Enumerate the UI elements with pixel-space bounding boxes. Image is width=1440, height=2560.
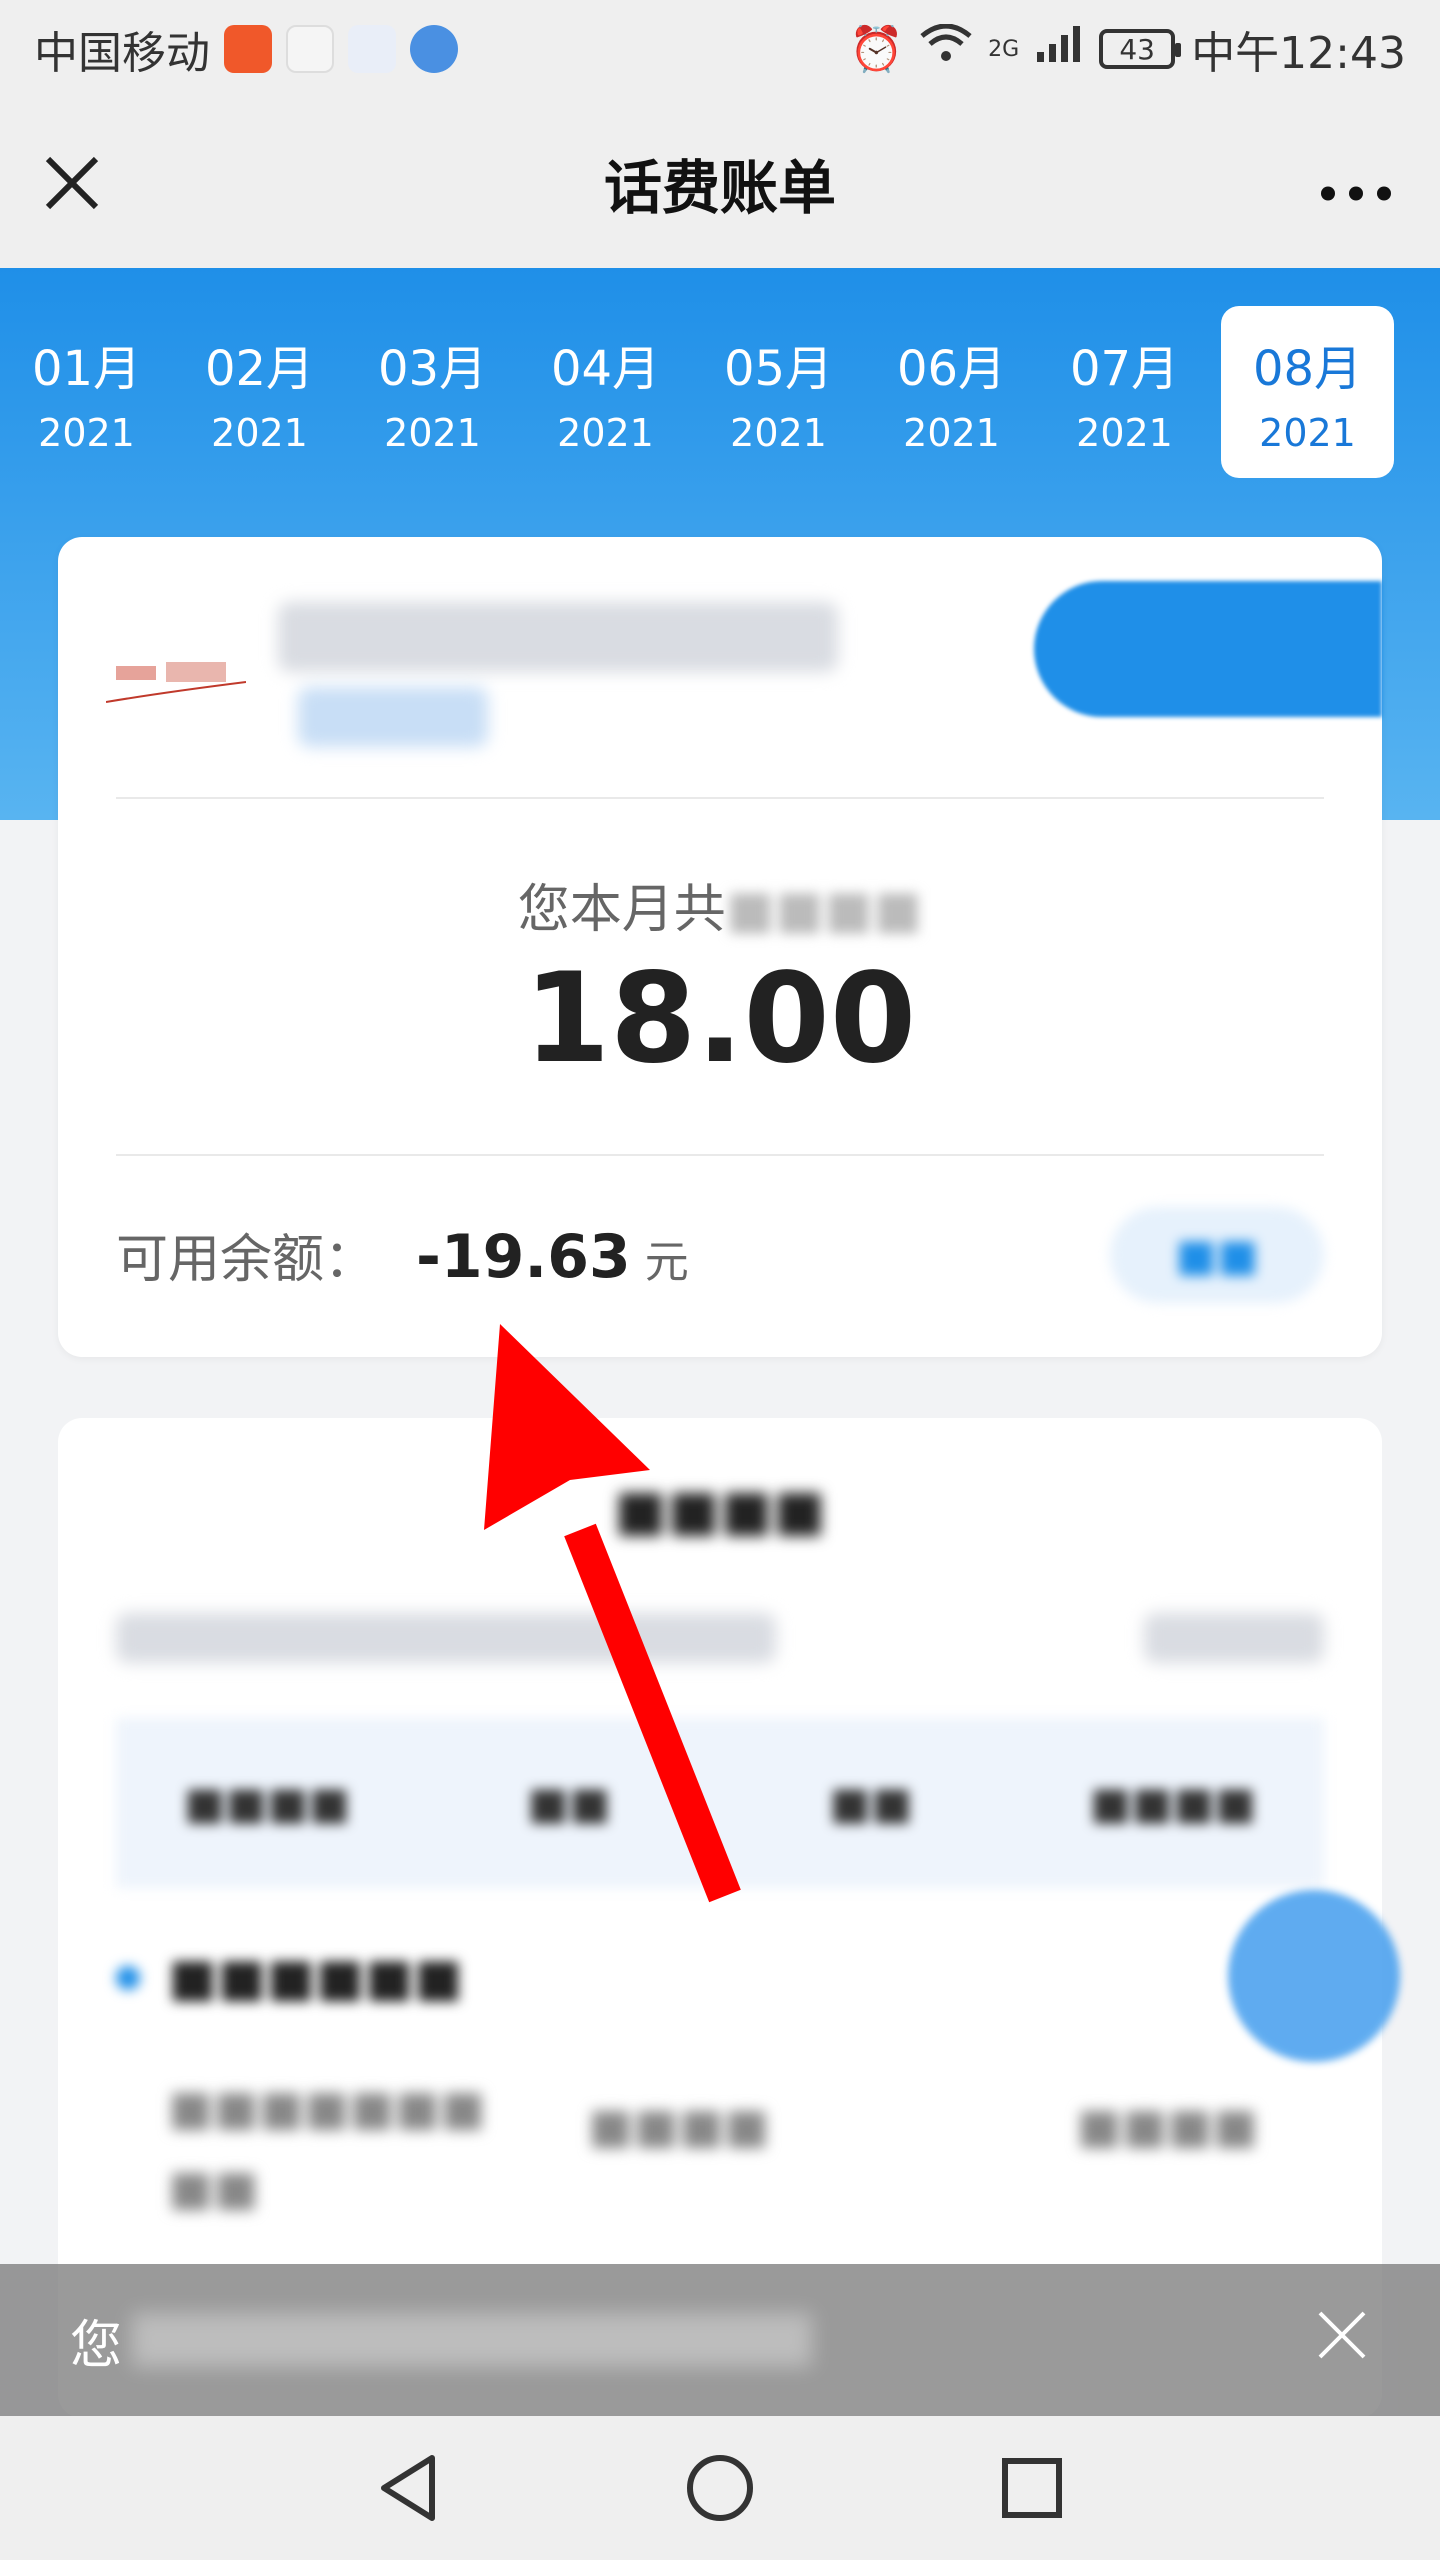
table-header-cell: ■■■■ (183, 1777, 351, 1829)
total-amount: 18.00 (523, 947, 917, 1091)
battery-icon: 43 (1099, 29, 1182, 69)
month-tab[interactable]: 02月 2021 (173, 306, 346, 478)
top-bar: 话费账单 (0, 98, 1440, 268)
unit-info-redacted (1144, 1613, 1324, 1663)
table-cell: ■■■■■■■ ■■ (168, 2080, 486, 2216)
balance-value: -19.63 (416, 1222, 631, 1292)
fee-category-row[interactable]: ■■■■■■ (116, 1948, 463, 2008)
system-nav-bar (0, 2416, 1440, 2560)
network-type: 2G (988, 36, 1020, 62)
browser-app-icon (410, 25, 458, 73)
listen-app-icon (224, 25, 272, 73)
month-tab-active[interactable]: 08月 2021 (1221, 306, 1394, 478)
balance-row: 可用余额： -19.63 元 (116, 1217, 689, 1292)
home-icon[interactable] (684, 2452, 756, 2524)
table-cell: ■■■■ (588, 2098, 770, 2154)
more-icon[interactable] (1320, 151, 1392, 216)
month-tab[interactable]: 05月 2021 (692, 306, 865, 478)
status-left: 中国移动 (34, 17, 458, 81)
bill-summary-card: 您本月共■■■■ 18.00 可用余额： -19.63 元 ■■ (58, 537, 1382, 1357)
table-header-cell: ■■ (829, 1777, 913, 1829)
clock: 中午12:43 (1191, 28, 1406, 79)
consume-label: 您本月共■■■■ (517, 880, 923, 940)
recent-apps-icon[interactable] (996, 2452, 1068, 2524)
signal-icon (1035, 24, 1083, 75)
notification-toast: 您 (0, 2264, 1440, 2416)
table-cell: ■■■■ (1076, 2098, 1258, 2154)
balance-unit: 元 (644, 1237, 689, 1288)
close-icon[interactable] (40, 151, 104, 215)
page-title: 话费账单 (603, 154, 836, 222)
toast-text-redacted (132, 2313, 813, 2367)
baidu-app-icon (348, 25, 396, 73)
month-tab[interactable]: 06月 2021 (865, 306, 1038, 478)
share-button[interactable] (1034, 581, 1382, 717)
status-bar: 中国移动 ⏰ 2G 43 中午12:43 (0, 0, 1440, 98)
operator-logo (106, 627, 256, 737)
recharge-button[interactable]: ■■ (1110, 1207, 1324, 1303)
plan-tag-redacted (298, 687, 488, 747)
map-app-icon (286, 25, 334, 73)
divider (116, 797, 1324, 799)
balance-label: 可用余额： (116, 1230, 377, 1290)
floating-service-button[interactable] (1228, 1890, 1400, 2062)
fee-category-label: ■■■■■■ (168, 1948, 463, 2008)
month-tab[interactable]: 04月 2021 (519, 306, 692, 478)
phone-number-redacted (278, 602, 838, 672)
wifi-icon (920, 23, 972, 75)
table-row: ■■■■■■■ ■■ ■■■■ ■■■■ (168, 2068, 1318, 2268)
month-tab[interactable]: 07月 2021 (1038, 306, 1211, 478)
bullet-icon (116, 1966, 140, 1990)
toast-text: 您 (70, 2315, 123, 2376)
month-tab[interactable]: 03月 2021 (346, 306, 519, 478)
month-tabs: 01月 2021 02月 2021 03月 2021 04月 2021 05月 2021 … (0, 306, 1440, 478)
status-right: ⏰ 2G 43 中午12:43 (849, 17, 1406, 81)
alarm-icon: ⏰ (849, 24, 905, 75)
carrier-name: 中国移动 (34, 28, 210, 79)
battery-level: 43 (1119, 32, 1155, 66)
red-arrow-annotation (484, 1324, 741, 1903)
back-icon[interactable] (372, 2452, 444, 2524)
month-tab[interactable]: 01月 2021 (0, 306, 173, 478)
table-header-cell: ■■■■ (1089, 1777, 1257, 1829)
redacted-text: ■■■■ (725, 880, 923, 940)
divider (116, 1154, 1324, 1156)
toast-close-icon[interactable] (1314, 2307, 1370, 2374)
